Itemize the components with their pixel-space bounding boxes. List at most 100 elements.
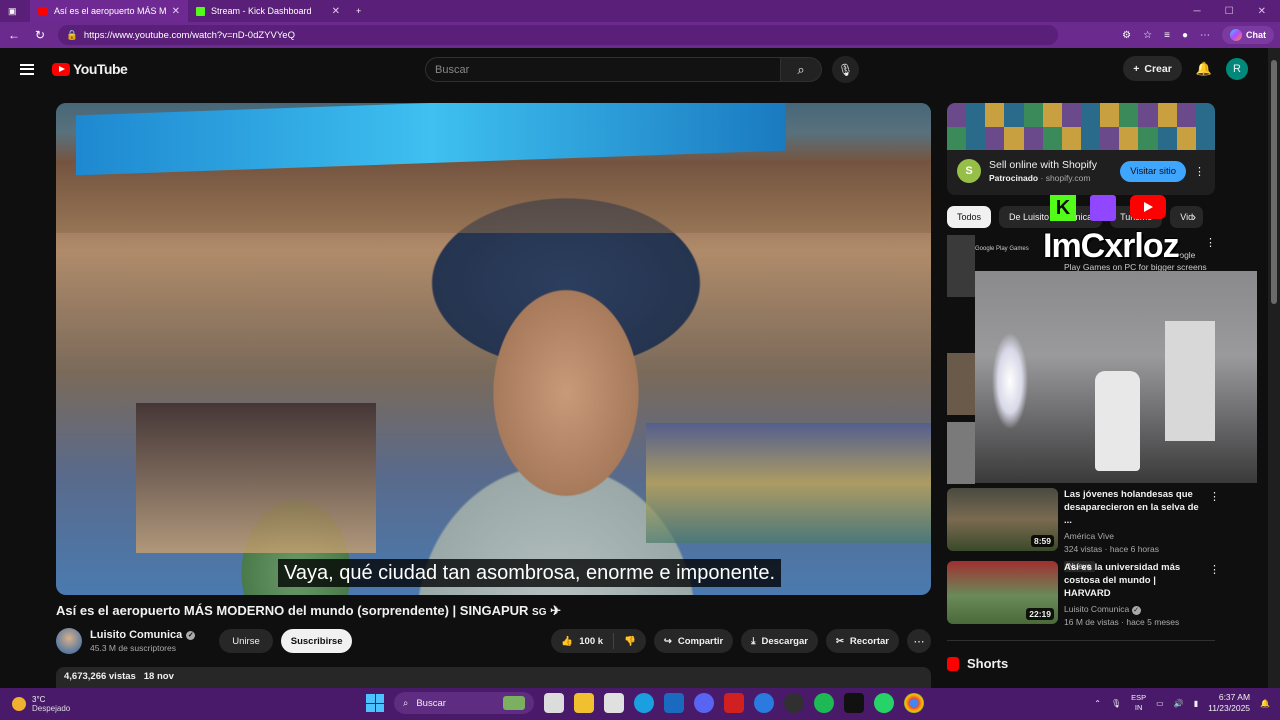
store-icon[interactable] — [604, 693, 624, 713]
profile-icon[interactable]: ● — [1182, 30, 1188, 41]
clock-time: 6:37 AM — [1218, 692, 1251, 702]
visit-site-button[interactable]: Visitar sitio — [1120, 160, 1186, 182]
obs-icon[interactable] — [784, 693, 804, 713]
share-label: Compartir — [677, 635, 724, 647]
chrome-icon[interactable] — [904, 693, 924, 713]
related-channel: Luisito Comunica ✓ — [1064, 603, 1204, 616]
share-button[interactable]: ↪ Compartir — [653, 629, 734, 653]
channel-avatar[interactable] — [56, 628, 82, 654]
like-button[interactable]: 👍 100 k — [551, 633, 615, 649]
file-explorer-icon[interactable] — [574, 693, 594, 713]
copilot-chat-button[interactable]: Chat — [1222, 26, 1274, 44]
related-more-icon[interactable]: ⋮ — [1209, 563, 1220, 576]
tab-actions-button[interactable]: ▣ — [0, 0, 30, 22]
chip-videos[interactable]: Vid — [1170, 206, 1204, 228]
related-title: Las jóvenes holandesas que desapareciero… — [1064, 489, 1199, 526]
back-icon[interactable]: ← — [6, 28, 22, 42]
extension-icon[interactable]: ⚙ — [1122, 30, 1131, 41]
close-window-icon[interactable]: ✕ — [1258, 6, 1266, 17]
microphone-icon[interactable]: 🎙 — [1111, 699, 1121, 708]
refresh-icon[interactable]: ↻ — [32, 28, 48, 42]
ad-more-icon[interactable]: ⋮ — [1194, 165, 1205, 178]
whatsapp-icon[interactable] — [874, 693, 894, 713]
clip-button[interactable]: ✂ Recortar — [825, 629, 899, 653]
page-scrollbar[interactable] — [1268, 48, 1280, 688]
tab-youtube[interactable]: Así es el aeropuerto MÁS MODERNO del mun… — [30, 0, 188, 22]
ad-card[interactable]: S Sell online with Shopify Patrocinado ·… — [947, 103, 1215, 195]
related-thumbnail-partial[interactable] — [947, 235, 975, 297]
chip-all[interactable]: Todos — [947, 206, 992, 228]
minimize-icon[interactable]: ─ — [1194, 6, 1201, 17]
stream-platform-icons: K — [1050, 195, 1166, 221]
avatar[interactable]: R — [1226, 57, 1248, 80]
description-box[interactable]: 4,673,266 vistas 18 nov — [56, 667, 931, 689]
maximize-icon[interactable]: ☐ — [1225, 6, 1234, 17]
kick-icon: K — [1050, 195, 1076, 221]
video-actions: 👍 100 k 👎 ↪ Compartir ⤓ Descargar ✂ Reco… — [551, 629, 931, 653]
close-tab-icon[interactable]: ✕ — [332, 6, 340, 17]
related-thumbnail: 22:19 — [947, 561, 1058, 624]
chevron-up-icon[interactable]: ⌃ — [1094, 699, 1101, 708]
url-field[interactable]: 🔒 https://www.youtube.com/watch?v=nD-0dZ… — [58, 25, 1058, 45]
weather-widget[interactable]: 3°C Despejado — [0, 695, 200, 713]
related-video-item[interactable]: 22:19 Así es la universidad más costosa … — [947, 561, 1220, 629]
tiktok-icon[interactable] — [844, 693, 864, 713]
favorite-icon[interactable]: ☆ — [1143, 30, 1152, 41]
app-icon[interactable] — [754, 693, 774, 713]
webcam-door — [1165, 321, 1215, 441]
task-view-icon[interactable] — [544, 693, 564, 713]
create-button[interactable]: + Crear — [1123, 56, 1182, 81]
discord-icon[interactable] — [694, 693, 714, 713]
related-thumbnail-partial[interactable] — [947, 353, 975, 415]
tab-kick[interactable]: Stream - Kick Dashboard ✕ — [188, 0, 348, 22]
channel-info: Luisito Comunica ✓ 45.3 M de suscriptore… — [90, 629, 196, 653]
youtube-logo[interactable]: YouTube — [52, 61, 128, 77]
notification-icon[interactable]: 🔔 — [1260, 699, 1270, 708]
dislike-button[interactable]: 👎 — [614, 636, 646, 647]
video-player[interactable]: Vaya, qué ciudad tan asombrosa, enorme e… — [56, 103, 931, 595]
thumbs-down-icon: 👎 — [624, 635, 636, 647]
chevron-right-icon[interactable]: › — [1192, 210, 1196, 224]
clock[interactable]: 6:37 AM 11/23/2025 — [1208, 692, 1250, 714]
edge-icon[interactable] — [634, 693, 654, 713]
video-duration: 22:19 — [1026, 608, 1054, 620]
scrollbar-thumb[interactable] — [1271, 60, 1277, 304]
download-button[interactable]: ⤓ Descargar — [741, 629, 818, 653]
like-count: 100 k — [579, 635, 604, 647]
plus-icon: + — [1133, 62, 1140, 75]
close-tab-icon[interactable]: ✕ — [172, 6, 180, 17]
related-title: Así es la universidad más costosa del mu… — [1064, 562, 1181, 599]
more-icon[interactable]: ⋯ — [1200, 30, 1210, 41]
address-bar: ← ↻ 🔒 https://www.youtube.com/watch?v=nD… — [0, 22, 1280, 48]
lock-icon: 🔒 — [66, 29, 78, 41]
join-button[interactable]: Unirse — [219, 629, 273, 653]
search-input[interactable]: Buscar — [425, 57, 781, 82]
search-icon: ⌕ — [403, 697, 409, 709]
taskbar-search[interactable]: ⌕ Buscar — [394, 692, 534, 714]
channel-name[interactable]: Luisito Comunica ✓ — [90, 629, 196, 641]
create-label: Crear — [1144, 62, 1172, 75]
related-more-icon[interactable]: ⋮ — [1205, 236, 1216, 249]
like-dislike-group: 👍 100 k 👎 — [551, 629, 646, 653]
shorts-icon — [947, 656, 959, 671]
new-tab-button[interactable]: + — [348, 0, 372, 22]
volume-icon[interactable]: 🔊 — [1174, 699, 1184, 708]
menu-icon[interactable] — [20, 63, 34, 75]
related-thumbnail-partial[interactable] — [947, 422, 975, 484]
outlook-icon[interactable] — [664, 693, 684, 713]
tab-title: Stream - Kick Dashboard — [211, 6, 312, 16]
language-indicator[interactable]: ESP IN — [1131, 693, 1146, 713]
windows-start-icon[interactable] — [366, 694, 384, 712]
collections-icon[interactable]: ≡ — [1164, 30, 1170, 41]
battery-icon[interactable]: ▮ — [1194, 699, 1198, 708]
more-actions-icon[interactable]: ⋯ — [907, 629, 931, 653]
app-icon[interactable] — [724, 693, 744, 713]
kick-tab-icon — [196, 6, 205, 16]
spotify-icon[interactable] — [814, 693, 834, 713]
bell-icon[interactable]: 🔔 — [1196, 61, 1212, 77]
search-icon[interactable]: ⌕ — [781, 57, 822, 82]
related-more-icon[interactable]: ⋮ — [1209, 490, 1220, 503]
network-icon[interactable]: ▭ — [1156, 699, 1164, 708]
microphone-icon[interactable]: 🎙 — [832, 56, 859, 83]
subscribe-button[interactable]: Suscribirse — [280, 629, 353, 653]
